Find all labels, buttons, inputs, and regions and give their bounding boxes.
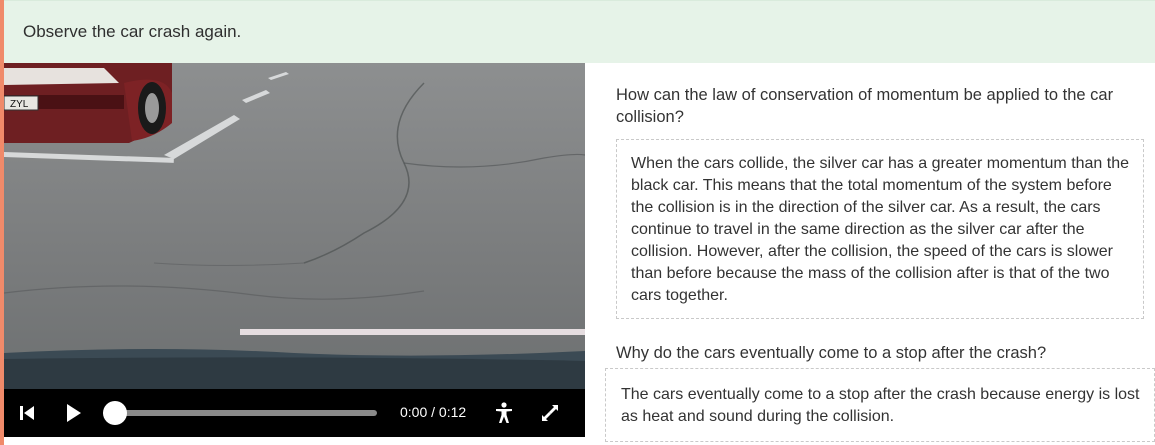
time-display: 0:00 / 0:12 (400, 404, 467, 420)
instruction-text: Observe the car crash again. (23, 22, 242, 41)
question-2: Why do the cars eventually come to a sto… (616, 344, 1047, 362)
seek-slider[interactable] (103, 401, 377, 425)
skip-back-icon[interactable] (18, 404, 38, 422)
play-icon[interactable] (62, 402, 84, 424)
seek-knob[interactable] (103, 401, 127, 425)
accessibility-icon[interactable] (493, 401, 515, 425)
seek-track (103, 410, 377, 416)
video-player[interactable]: ZYL 0:00 / 0:12 (4, 63, 585, 437)
instruction-banner: Observe the car crash again. (4, 0, 1155, 63)
plate-text: ZYL (10, 99, 29, 110)
answer-1-text: When the cars collide, the silver car ha… (631, 155, 1130, 304)
answer-box-2: The cars eventually come to a stop after… (605, 368, 1155, 442)
question-1: How can the law of conservation of momen… (616, 86, 1114, 126)
video-frame: ZYL (4, 63, 585, 389)
video-controls-bar: 0:00 / 0:12 (4, 389, 585, 437)
answer-2-text: The cars eventually come to a stop after… (621, 386, 1140, 425)
answer-box-1: When the cars collide, the silver car ha… (616, 139, 1144, 319)
expand-icon[interactable] (539, 402, 561, 424)
